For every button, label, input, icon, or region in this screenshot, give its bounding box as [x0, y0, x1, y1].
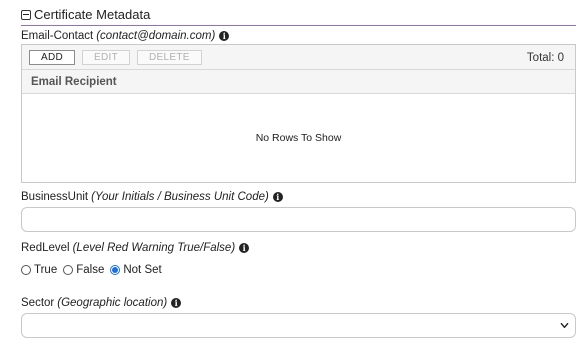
- radio-false[interactable]: False: [63, 264, 104, 276]
- radio-true-label: True: [34, 264, 58, 276]
- column-header-email-recipient[interactable]: Email Recipient: [22, 70, 575, 94]
- chevron-down-icon: [560, 322, 569, 329]
- collapse-icon[interactable]: [21, 9, 31, 20]
- business-unit-label: BusinessUnit (Your Initials / Business U…: [21, 191, 283, 203]
- info-icon[interactable]: i: [272, 192, 283, 202]
- red-level-radio-group: True False Not Set: [21, 264, 168, 276]
- section-header[interactable]: Certificate Metadata: [21, 4, 576, 26]
- radio-true[interactable]: True: [21, 264, 57, 276]
- certificate-metadata-form: Certificate Metadata Email-Contact (cont…: [0, 0, 588, 348]
- info-icon[interactable]: i: [171, 298, 182, 308]
- sector-label: Sector (Geographic location) i: [21, 297, 182, 309]
- edit-button[interactable]: EDIT: [82, 49, 130, 65]
- business-unit-label-text: BusinessUnit: [21, 191, 89, 203]
- delete-button[interactable]: DELETE: [137, 49, 202, 65]
- info-icon[interactable]: i: [239, 243, 250, 253]
- radio-false-label: False: [76, 264, 105, 276]
- add-button[interactable]: ADD: [29, 49, 76, 65]
- radio-false-circle[interactable]: [63, 265, 74, 275]
- red-level-label-text: RedLevel: [21, 242, 70, 254]
- grid-body: No Rows To Show: [22, 94, 575, 182]
- red-level-hint: (Level Red Warning True/False): [72, 242, 236, 254]
- radio-not-set-label: Not Set: [123, 264, 162, 276]
- section-title: Certificate Metadata: [34, 7, 151, 22]
- radio-not-set[interactable]: Not Set: [110, 264, 162, 276]
- radio-not-set-circle[interactable]: [110, 265, 121, 275]
- info-icon[interactable]: i: [219, 31, 230, 41]
- grid-toolbar: ADD EDIT DELETE Total: 0: [22, 45, 575, 70]
- email-contact-label-text: Email-Contact: [21, 30, 94, 42]
- radio-true-circle[interactable]: [21, 265, 31, 275]
- sector-select[interactable]: [21, 313, 576, 338]
- sector-hint: (Geographic location): [57, 297, 168, 309]
- red-level-label: RedLevel (Level Red Warning True/False) …: [21, 242, 250, 254]
- sector-label-text: Sector: [21, 297, 55, 309]
- email-recipient-grid: ADD EDIT DELETE Total: 0 Email Recipient…: [21, 44, 576, 183]
- email-contact-hint: (contact@domain.com): [96, 30, 216, 42]
- empty-grid-message: No Rows To Show: [255, 132, 342, 144]
- grid-total-count: Total: 0: [526, 52, 564, 64]
- business-unit-hint: (Your Initials / Business Unit Code): [91, 191, 269, 203]
- business-unit-input[interactable]: [21, 207, 576, 232]
- email-contact-label: Email-Contact (contact@domain.com) i: [21, 30, 230, 42]
